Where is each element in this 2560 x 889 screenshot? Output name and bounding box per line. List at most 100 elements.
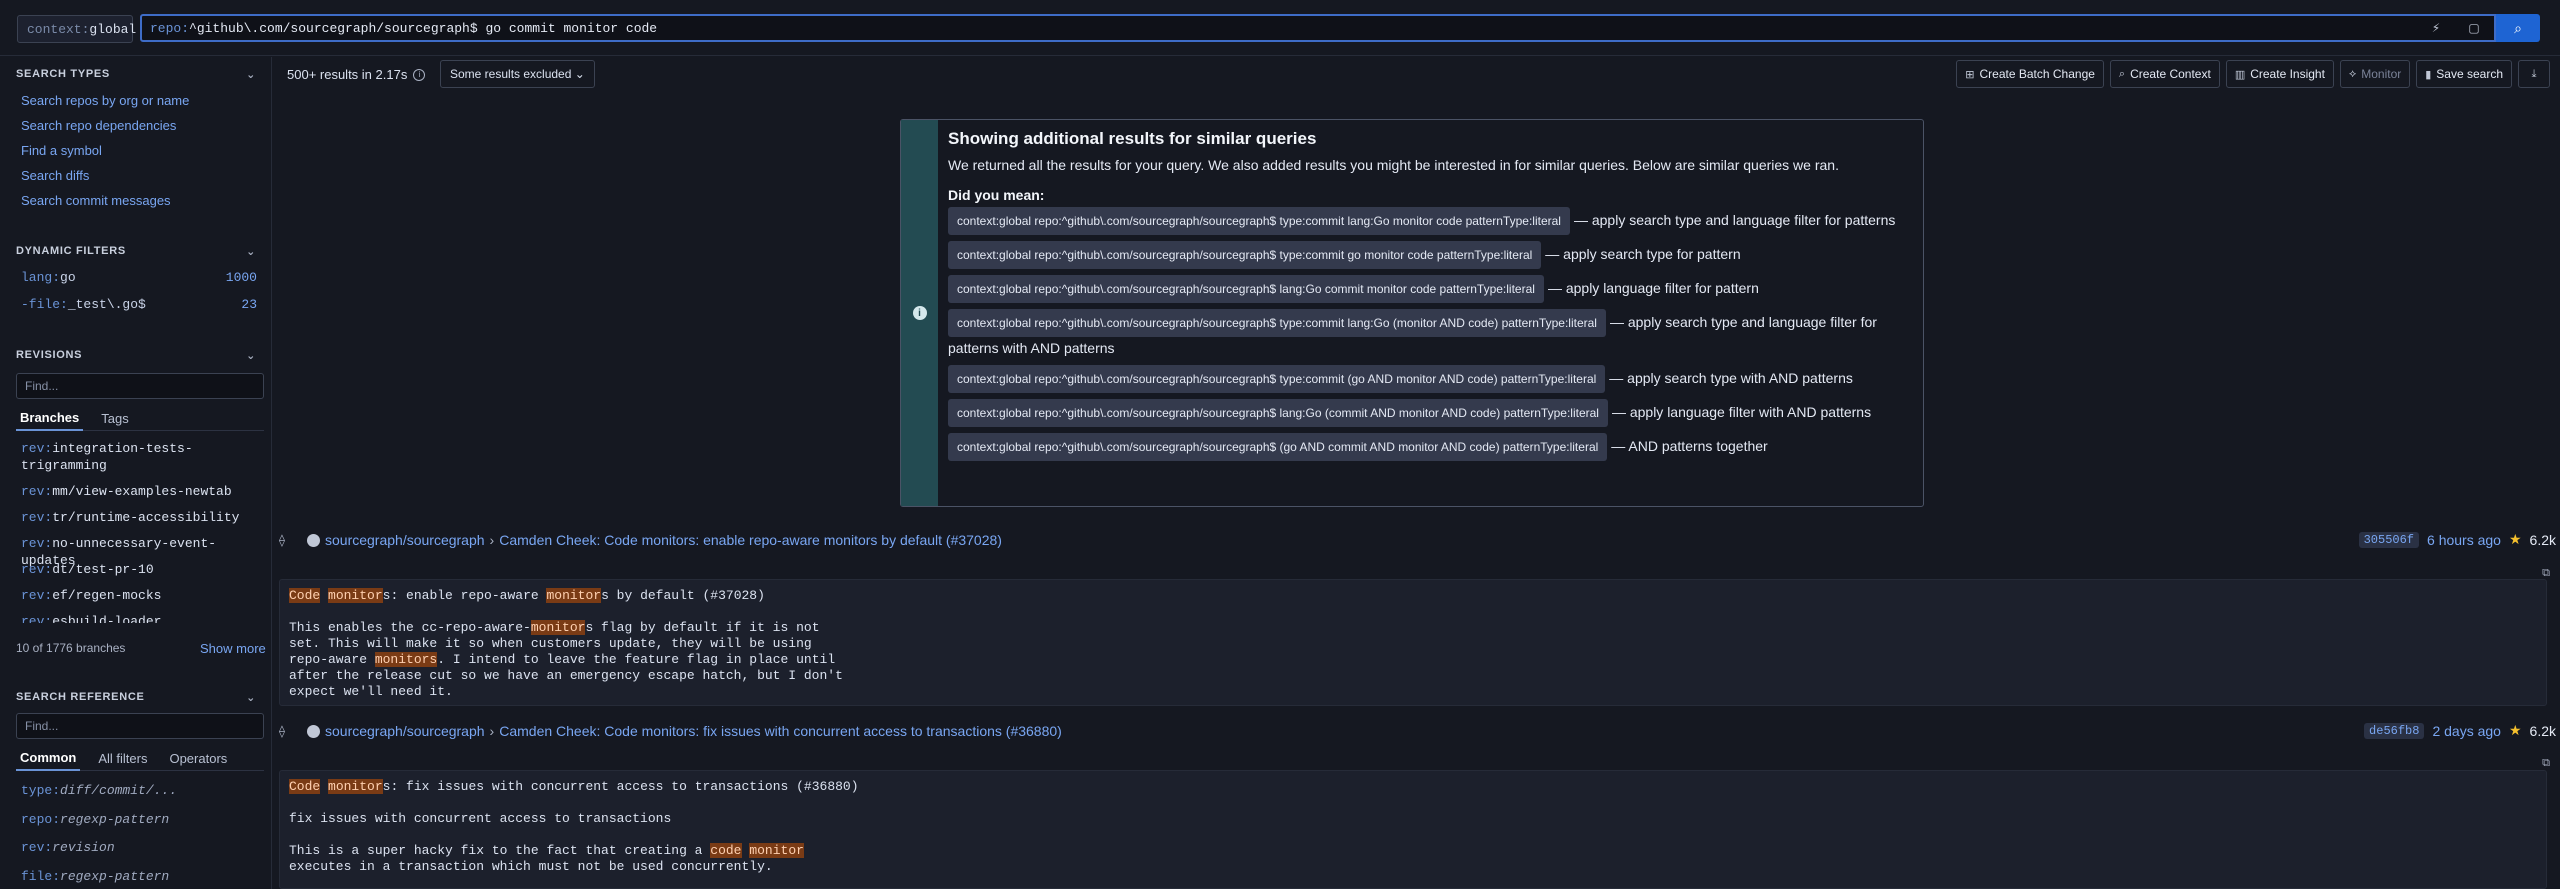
- suggestion-item: context:global repo:^github\.com/sourceg…: [948, 399, 1913, 427]
- author-link[interactable]: Camden Cheek: [499, 723, 596, 739]
- search-reference-header[interactable]: SEARCH REFERENCE ⌄: [16, 691, 256, 704]
- search-type-item[interactable]: Search diffs: [21, 168, 89, 183]
- repo-link[interactable]: sourcegraph/sourcegraph: [325, 723, 485, 739]
- suggestion-query-link[interactable]: context:global repo:^github\.com/sourceg…: [948, 309, 1606, 337]
- search-button[interactable]: ⌕: [2496, 14, 2540, 42]
- monitor-button[interactable]: ⟡ Monitor: [2339, 60, 2411, 88]
- tab-common[interactable]: Common: [16, 745, 81, 771]
- search-reference-tabs: Common All filters Operators: [16, 745, 264, 771]
- alert-title: Showing additional results for similar q…: [948, 129, 1317, 148]
- commit-title-link[interactable]: Code monitors: fix issues with concurren…: [604, 723, 1062, 739]
- search-icon: ⌕: [2118, 67, 2126, 80]
- collapse-icon: ⤓: [2531, 67, 2537, 80]
- results-count: 500+ results in 2.17s i: [287, 67, 426, 82]
- search-types-header[interactable]: SEARCH TYPES ⌄: [16, 68, 256, 81]
- suggestion-query-link[interactable]: context:global repo:^github\.com/sourceg…: [948, 433, 1608, 461]
- dynamic-filters-header[interactable]: DYNAMIC FILTERS ⌄: [16, 245, 256, 258]
- chevron-down-icon: ⌄: [246, 246, 256, 258]
- search-type-item[interactable]: Search repos by org or name: [21, 93, 189, 108]
- collapse-all-button[interactable]: ⤓: [2518, 60, 2550, 88]
- tab-all-filters[interactable]: All filters: [94, 745, 151, 771]
- tab-operators[interactable]: Operators: [165, 745, 231, 771]
- result-body[interactable]: Code monitors: fix issues with concurren…: [279, 770, 2547, 889]
- result-header: ⟠ sourcegraph/sourcegraph › Camden Cheek: …: [279, 531, 2556, 548]
- suggestion-item: context:global repo:^github\.com/sourceg…: [948, 365, 1913, 393]
- reference-item[interactable]: rev:revision: [21, 840, 115, 855]
- monitor-icon: ⟡: [2348, 67, 2357, 80]
- revisions-tabs: Branches Tags: [16, 405, 264, 431]
- revision-item[interactable]: rev:tr/runtime-accessibility: [21, 509, 261, 526]
- show-more-link[interactable]: Show more: [200, 641, 266, 656]
- create-insight-button[interactable]: ▥ Create Insight: [2225, 60, 2334, 88]
- stack-icon[interactable]: ⧉: [2542, 757, 2550, 770]
- dynamic-filter-file[interactable]: -file:_test\.go$ 23: [21, 297, 257, 312]
- commit-hash[interactable]: 305506f: [2358, 531, 2420, 548]
- bookmark-icon: ▮: [2425, 68, 2432, 81]
- results-panel: 500+ results in 2.17s i Some results excl…: [273, 57, 2560, 889]
- star-icon: ★: [2508, 531, 2522, 547]
- search-type-item[interactable]: Search repo dependencies: [21, 118, 176, 133]
- context-selector[interactable]: context: global: [17, 15, 136, 43]
- search-type-item[interactable]: Find a symbol: [21, 143, 102, 158]
- alert-side: i: [901, 120, 938, 506]
- clipboard-icon[interactable]: ▢: [2466, 20, 2482, 36]
- star-count: 6.2k: [2529, 531, 2556, 548]
- create-context-button[interactable]: ⌕ Create Context: [2109, 60, 2220, 88]
- similar-queries-alert: i Showing additional results for similar…: [900, 119, 1924, 507]
- info-icon[interactable]: i: [413, 68, 426, 81]
- results-actions: ⊞ Create Batch Change ⌕ Create Context ▥ Cr…: [1956, 60, 2550, 88]
- dynamic-filter-lang[interactable]: lang:go 1000: [21, 270, 257, 285]
- commit-time[interactable]: 2 days ago: [2432, 723, 2501, 739]
- suggestion-list: context:global repo:^github\.com/sourceg…: [948, 207, 1913, 461]
- chevron-right-icon: ›: [489, 723, 495, 739]
- commit-time[interactable]: 6 hours ago: [2427, 532, 2501, 548]
- revision-item[interactable]: rev:ef/regen-mocks: [21, 587, 261, 604]
- suggestion-item: context:global repo:^github\.com/sourceg…: [948, 309, 1913, 359]
- revision-item[interactable]: rev:dt/test-pr-10: [21, 561, 261, 578]
- search-reference-find-input[interactable]: Find...: [16, 713, 264, 739]
- search-bar: context: global repo: ^github\.com/sourceg…: [0, 0, 2560, 56]
- commit-icon: ⟠: [279, 724, 285, 738]
- did-you-mean-label: Did you mean:: [948, 187, 1045, 203]
- result-body[interactable]: Code monitors: enable repo-aware monitor…: [279, 579, 2547, 706]
- repo-link[interactable]: sourcegraph/sourcegraph: [325, 532, 485, 548]
- search-input[interactable]: repo: ^github\.com/sourcegraph/sourcegrap…: [140, 14, 2496, 42]
- info-icon: i: [912, 306, 927, 320]
- author-link[interactable]: Camden Cheek: [499, 532, 596, 548]
- commit-title-link[interactable]: Code monitors: enable repo-aware monitor…: [604, 532, 1002, 548]
- alert-description: We returned all the results for your que…: [948, 157, 1839, 173]
- suggestion-item: context:global repo:^github\.com/sourceg…: [948, 241, 1913, 269]
- suggestion-item: context:global repo:^github\.com/sourceg…: [948, 207, 1913, 235]
- suggestion-query-link[interactable]: context:global repo:^github\.com/sourceg…: [948, 241, 1542, 269]
- revisions-find-input[interactable]: Find...: [16, 373, 264, 399]
- suggestion-query-link[interactable]: context:global repo:^github\.com/sourceg…: [948, 365, 1606, 393]
- create-batch-change-button[interactable]: ⊞ Create Batch Change: [1956, 60, 2104, 88]
- suggestion-query-link[interactable]: context:global repo:^github\.com/sourceg…: [948, 275, 1544, 303]
- suggestion-query-link[interactable]: context:global repo:^github\.com/sourceg…: [948, 399, 1608, 427]
- revision-item[interactable]: rev:integration-tests-trigramming: [21, 440, 261, 474]
- chevron-down-icon: ⌄: [246, 350, 256, 362]
- revision-item[interactable]: rev:mm/view-examples-newtab: [21, 483, 261, 500]
- save-search-button[interactable]: ▮ Save search: [2416, 60, 2512, 88]
- suggestion-item: context:global repo:^github\.com/sourceg…: [948, 433, 1913, 461]
- tab-tags[interactable]: Tags: [97, 405, 132, 431]
- revision-item[interactable]: rev:esbuild-loader: [21, 613, 261, 623]
- result-header: ⟠ sourcegraph/sourcegraph › Camden Cheek: …: [279, 722, 2556, 739]
- lightning-icon[interactable]: ⚡: [2428, 20, 2444, 36]
- suggestion-item: context:global repo:^github\.com/sourceg…: [948, 275, 1913, 303]
- commit-icon: ⟠: [279, 533, 285, 547]
- reference-item[interactable]: file:regexp-pattern: [21, 869, 169, 884]
- star-icon: ★: [2508, 722, 2522, 738]
- reference-item[interactable]: repo:regexp-pattern: [21, 812, 169, 827]
- search-type-item[interactable]: Search commit messages: [21, 193, 171, 208]
- star-count: 6.2k: [2529, 722, 2556, 739]
- excluded-dropdown[interactable]: Some results excluded ⌄: [440, 60, 595, 88]
- suggestion-query-link[interactable]: context:global repo:^github\.com/sourceg…: [948, 207, 1570, 235]
- commit-hash[interactable]: de56fb8: [2364, 722, 2425, 739]
- reference-item[interactable]: type:diff/commit/...: [21, 783, 177, 798]
- github-icon: [307, 725, 320, 738]
- chart-icon: ▥: [2234, 68, 2246, 81]
- tab-branches[interactable]: Branches: [16, 405, 84, 431]
- revisions-header[interactable]: REVISIONS ⌄: [16, 349, 256, 362]
- chevron-right-icon: ›: [489, 532, 495, 548]
